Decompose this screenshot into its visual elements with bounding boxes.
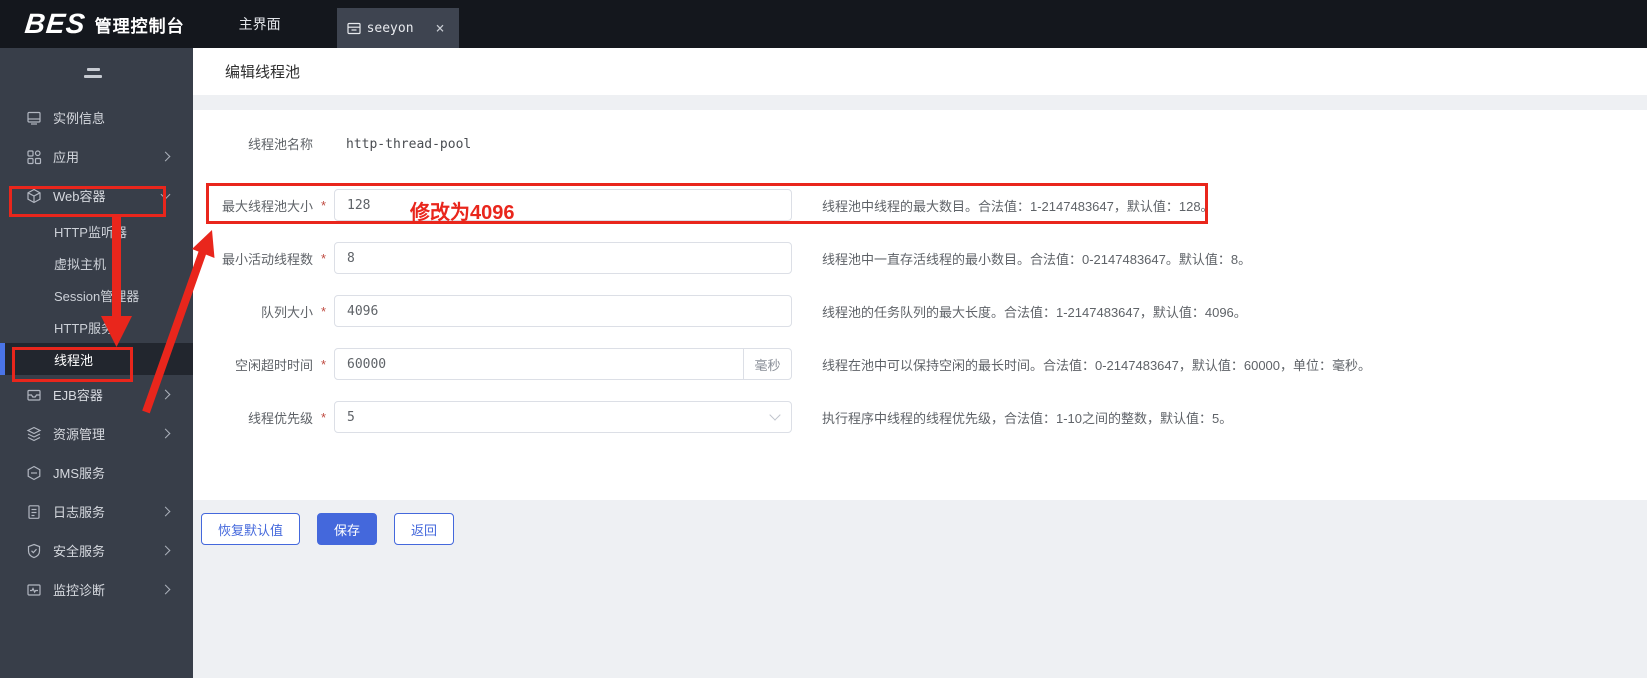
sidebar-item-security-service[interactable]: 安全服务 [0, 531, 193, 570]
monitor-pulse-icon [26, 582, 42, 598]
selected-value: 5 [347, 409, 355, 425]
save-button[interactable]: 保存 [317, 513, 378, 545]
field-label: 空闲超时时间 [234, 357, 313, 373]
page-header: 编辑线程池 [193, 48, 1647, 95]
sidebar-item-virtual-host[interactable]: 虚拟主机 [0, 247, 193, 279]
required-asterisk: * [320, 303, 327, 319]
sidebar-item-log-service[interactable]: 日志服务 [0, 492, 193, 531]
required-asterisk: * [320, 409, 327, 425]
button-row: 恢复默认值 保存 返回 [193, 513, 1647, 545]
chevron-right-icon [160, 584, 171, 595]
field-label: 最小活动线程数 [221, 251, 313, 267]
layers-icon [26, 426, 42, 442]
max-thread-pool-size-input[interactable] [334, 189, 792, 221]
sidebar-item-label: HTTP服务 [54, 320, 114, 336]
jms-hexagon-icon [26, 465, 42, 481]
sidebar-item-monitoring-diagnosis[interactable]: 监控诊断 [0, 570, 193, 609]
sidebar-item-label: 资源管理 [53, 427, 106, 442]
chevron-down-icon [160, 189, 171, 199]
bes-logo: BES [23, 8, 88, 39]
tab-seeyon-label: seeyon [366, 20, 414, 36]
sidebar-item-label: Session管理器 [54, 288, 140, 304]
sidebar-item-label: EJB容器 [53, 388, 103, 403]
field-label: 线程优先级 [247, 410, 313, 426]
field-description: 线程池中线程的最大数目。合法值：1-2147483647，默认值：128。 [822, 198, 1214, 214]
chevron-right-icon [160, 545, 171, 556]
sidebar-item-http-service[interactable]: HTTP服务 [0, 311, 193, 343]
restore-defaults-button[interactable]: 恢复默认值 [201, 513, 301, 545]
required-asterisk: * [320, 197, 327, 213]
document-icon [26, 504, 42, 520]
sidebar-item-instance-info[interactable]: 实例信息 [0, 98, 193, 137]
product-title: 管理控制台 [94, 16, 185, 36]
sidebar-item-applications[interactable]: 应用 [0, 137, 193, 176]
field-description: 执行程序中线程的线程优先级，合法值：1-10之间的整数，默认值：5。 [822, 410, 1233, 426]
sidebar-item-label: 监控诊断 [53, 583, 106, 598]
field-label: 最大线程池大小 [221, 198, 313, 214]
apps-grid-icon [26, 149, 42, 165]
close-icon[interactable]: × [432, 19, 449, 38]
form-row-max-threads: 最大线程池大小 * 线程池中线程的最大数目。合法值：1-2147483647，默… [201, 189, 1647, 221]
chevron-down-icon [769, 409, 781, 421]
chevron-right-icon [160, 506, 171, 517]
chevron-right-icon [160, 151, 171, 162]
sidebar-item-label: 线程池 [54, 352, 94, 368]
sidebar-item-ejb-container[interactable]: EJB容器 [0, 375, 193, 414]
main-content: 编辑线程池 线程池名称 http-thread-pool 最大线程池大小 * 线… [193, 48, 1647, 678]
topbar: BES 管理控制台 主界面 seeyon × [0, 0, 1647, 48]
sidebar: 实例信息 应用 Web容器 HTTP监听器 虚拟主机 Session管理器 HT… [0, 48, 193, 678]
sidebar-menu: 实例信息 应用 Web容器 HTTP监听器 虚拟主机 Session管理器 HT… [0, 92, 193, 609]
sidebar-item-resource-management[interactable]: 资源管理 [0, 414, 193, 453]
field-description: 线程池的任务队列的最大长度。合法值：1-2147483647，默认值：4096。 [822, 304, 1247, 320]
instance-icon [26, 110, 42, 126]
sidebar-item-label: 日志服务 [53, 505, 106, 520]
shield-icon [26, 543, 42, 559]
thread-priority-select[interactable]: 5 [334, 401, 792, 433]
queue-size-input[interactable] [334, 295, 792, 327]
sidebar-item-label: 安全服务 [53, 544, 106, 559]
thread-pool-name-value: http-thread-pool [346, 136, 472, 152]
form-row-idle-timeout: 空闲超时时间 * 毫秒 线程在池中可以保持空闲的最长时间。合法值：0-21474… [201, 348, 1647, 380]
sidebar-item-label: Web容器 [53, 189, 106, 204]
tab-main[interactable]: 主界面 [225, 0, 295, 48]
sidebar-item-label: HTTP监听器 [54, 224, 127, 240]
form-row-name: 线程池名称 http-thread-pool [201, 134, 1647, 153]
sidebar-item-jms-service[interactable]: JMS服务 [0, 453, 193, 492]
form-row-queue-size: 队列大小 * 线程池的任务队列的最大长度。合法值：1-2147483647，默认… [201, 295, 1647, 327]
chevron-right-icon [160, 428, 171, 439]
unit-suffix-milliseconds: 毫秒 [743, 349, 791, 379]
page-title: 编辑线程池 [225, 64, 301, 81]
back-button[interactable]: 返回 [394, 513, 455, 545]
sidebar-item-label: 应用 [53, 150, 80, 165]
sidebar-item-thread-pool[interactable]: 线程池 [0, 343, 193, 375]
required-asterisk: * [320, 250, 327, 266]
field-label: 线程池名称 [247, 137, 313, 152]
form-row-thread-priority: 线程优先级 * 5 执行程序中线程的线程优先级，合法值：1-10之间的整数，默认… [201, 401, 1647, 433]
app-window-icon [346, 22, 361, 35]
required-asterisk: * [320, 356, 327, 372]
tab-seeyon[interactable]: seeyon × [336, 8, 459, 48]
min-active-threads-input[interactable] [334, 242, 792, 274]
field-description: 线程池中一直存活线程的最小数目。合法值：0-2147483647。默认值：8。 [822, 251, 1252, 267]
field-description: 线程在池中可以保持空闲的最长时间。合法值：0-2147483647，默认值：60… [822, 357, 1372, 373]
sidebar-item-label: JMS服务 [53, 466, 106, 481]
edit-thread-pool-form: 线程池名称 http-thread-pool 最大线程池大小 * 线程池中线程的… [193, 110, 1647, 500]
idle-timeout-input[interactable] [335, 349, 743, 379]
sidebar-item-label: 实例信息 [53, 111, 106, 126]
form-row-min-threads: 最小活动线程数 * 线程池中一直存活线程的最小数目。合法值：0-21474836… [201, 242, 1647, 274]
field-label: 队列大小 [260, 304, 313, 320]
envelope-icon [26, 387, 42, 403]
chevron-right-icon [160, 389, 171, 400]
sidebar-item-session-manager[interactable]: Session管理器 [0, 279, 193, 311]
sidebar-item-http-listener[interactable]: HTTP监听器 [0, 215, 193, 247]
collapse-menu-icon[interactable] [0, 48, 193, 92]
cube-icon [26, 188, 42, 204]
sidebar-item-web-container[interactable]: Web容器 [0, 176, 193, 215]
sidebar-item-label: 虚拟主机 [54, 256, 107, 272]
